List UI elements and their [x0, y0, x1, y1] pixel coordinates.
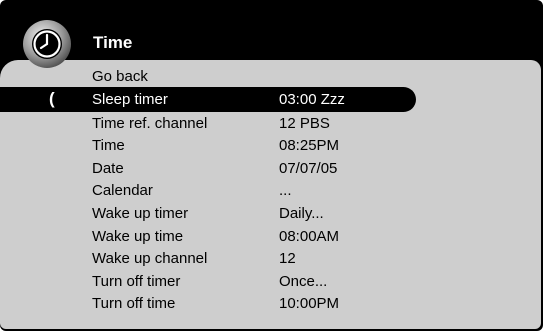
- menu-item-wake-up-timer[interactable]: Wake up timer Daily...: [0, 203, 541, 225]
- menu-item-time-ref-channel[interactable]: Time ref. channel 12 PBS: [0, 113, 541, 135]
- menu-item-value: Once...: [279, 273, 328, 290]
- menu-item-label: Date: [92, 160, 124, 177]
- menu-item-label: Go back: [92, 68, 148, 85]
- menu-item-label: Wake up timer: [92, 205, 189, 222]
- menu-item-time[interactable]: Time 08:25PM: [0, 135, 541, 157]
- page-title: Time: [93, 33, 133, 52]
- menu-item-label: Time: [92, 137, 125, 154]
- menu-item-label: Turn off timer: [92, 273, 181, 290]
- menu-item-calendar[interactable]: Calendar ...: [0, 180, 541, 202]
- menu-item-label: Turn off time: [92, 295, 176, 312]
- menu-item-turn-off-time[interactable]: Turn off time 10:00PM: [0, 293, 541, 315]
- menu-item-value: ...: [279, 182, 292, 199]
- menu-item-value: Daily...: [279, 205, 324, 222]
- menu-item-label: Wake up time: [92, 228, 184, 245]
- menu-item-value: 12: [279, 250, 296, 267]
- menu-item-value: 07/07/05: [279, 160, 338, 177]
- menu-item-label: Sleep timer: [92, 91, 168, 108]
- menu-item-label: Time ref. channel: [92, 115, 208, 132]
- menu-item-date[interactable]: Date 07/07/05: [0, 158, 541, 180]
- menu-item-value: 12 PBS: [279, 115, 330, 132]
- clock-icon: [22, 19, 72, 69]
- menu-item-value: 08:00AM: [279, 228, 340, 245]
- menu-item-go-back[interactable]: Go back: [0, 66, 541, 88]
- menu-item-label: Calendar: [92, 182, 153, 199]
- menu-item-label: Wake up channel: [92, 250, 208, 267]
- menu-item-value: 03:00 Zzz: [279, 91, 345, 108]
- menu-item-value: 08:25PM: [279, 137, 340, 154]
- menu-item-wake-up-channel[interactable]: Wake up channel 12: [0, 248, 541, 270]
- menu-item-value: 10:00PM: [279, 295, 340, 312]
- menu-item-sleep-timer[interactable]: Sleep timer 03:00 Zzz: [0, 89, 541, 111]
- menu-item-turn-off-timer[interactable]: Turn off timer Once...: [0, 271, 541, 293]
- menu-item-wake-up-time[interactable]: Wake up time 08:00AM: [0, 226, 541, 248]
